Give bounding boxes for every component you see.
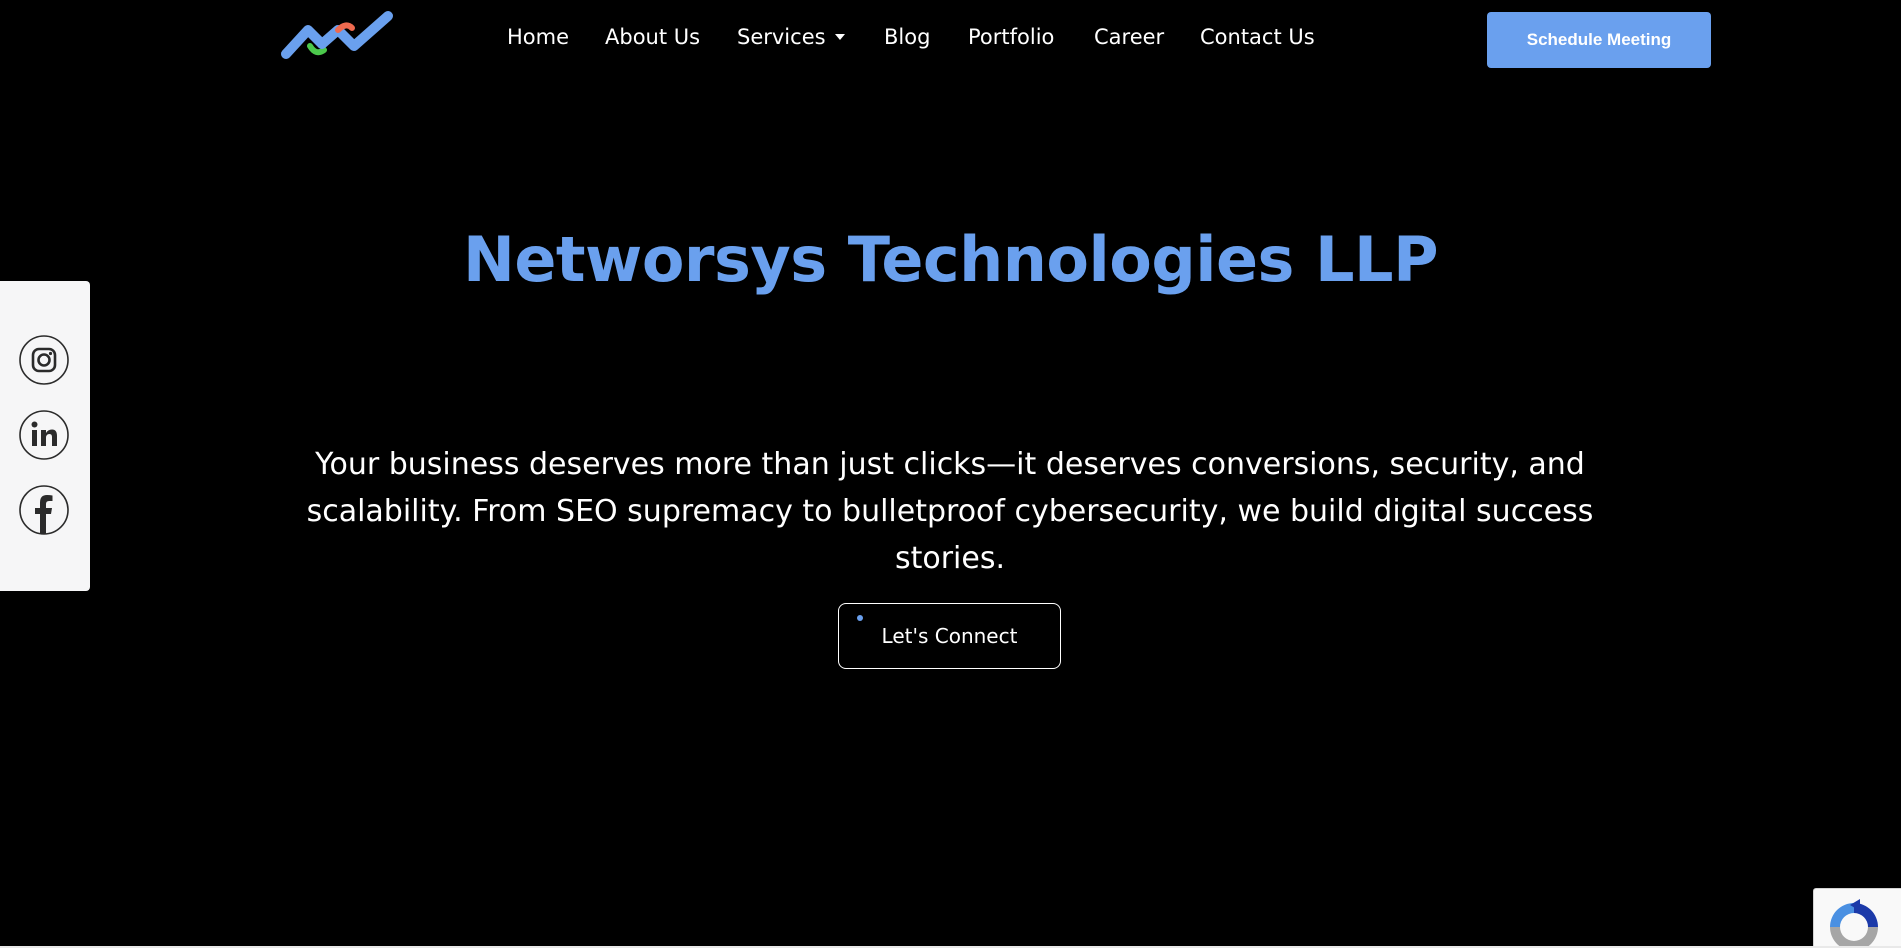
nav-blog[interactable]: Blog <box>884 22 930 52</box>
nav-career-label: Career <box>1094 25 1165 49</box>
lets-connect-button[interactable]: Let's Connect <box>838 603 1061 669</box>
hero-title: Networsys Technologies LLP <box>462 223 1439 296</box>
nav-services-label: Services <box>737 25 826 49</box>
schedule-meeting-button[interactable]: Schedule Meeting <box>1487 12 1711 68</box>
dot-indicator-icon <box>857 615 863 621</box>
nav-contact-us[interactable]: Contact Us <box>1200 22 1315 52</box>
nav-home[interactable]: Home <box>507 22 569 52</box>
social-sidebar <box>0 281 90 591</box>
nav-contact-us-label: Contact Us <box>1200 25 1315 49</box>
nav-about-us-label: About Us <box>605 25 701 49</box>
site-header: Home About Us Services Blog Portfolio Ca… <box>0 0 1901 75</box>
recaptcha-badge[interactable] <box>1813 888 1901 948</box>
nav-services[interactable]: Services <box>737 22 845 52</box>
linkedin-icon[interactable] <box>19 410 69 460</box>
chevron-down-icon <box>834 34 845 40</box>
instagram-icon[interactable] <box>19 335 69 385</box>
nav-portfolio[interactable]: Portfolio <box>968 22 1054 52</box>
lets-connect-label: Let's Connect <box>881 624 1018 648</box>
zigzag-wave-logo-icon[interactable] <box>278 10 402 62</box>
hero-description: Your business deserves more than just cl… <box>306 447 1594 576</box>
facebook-icon[interactable] <box>19 485 69 535</box>
nav-blog-label: Blog <box>884 25 931 49</box>
schedule-meeting-label: Schedule Meeting <box>1526 30 1672 49</box>
nav-home-label: Home <box>507 25 570 49</box>
recaptcha-icon <box>1830 899 1878 948</box>
page: Home About Us Services Blog Portfolio Ca… <box>0 0 1901 948</box>
nav-career[interactable]: Career <box>1094 22 1164 52</box>
nav-portfolio-label: Portfolio <box>968 25 1055 49</box>
nav-about-us[interactable]: About Us <box>605 22 700 52</box>
